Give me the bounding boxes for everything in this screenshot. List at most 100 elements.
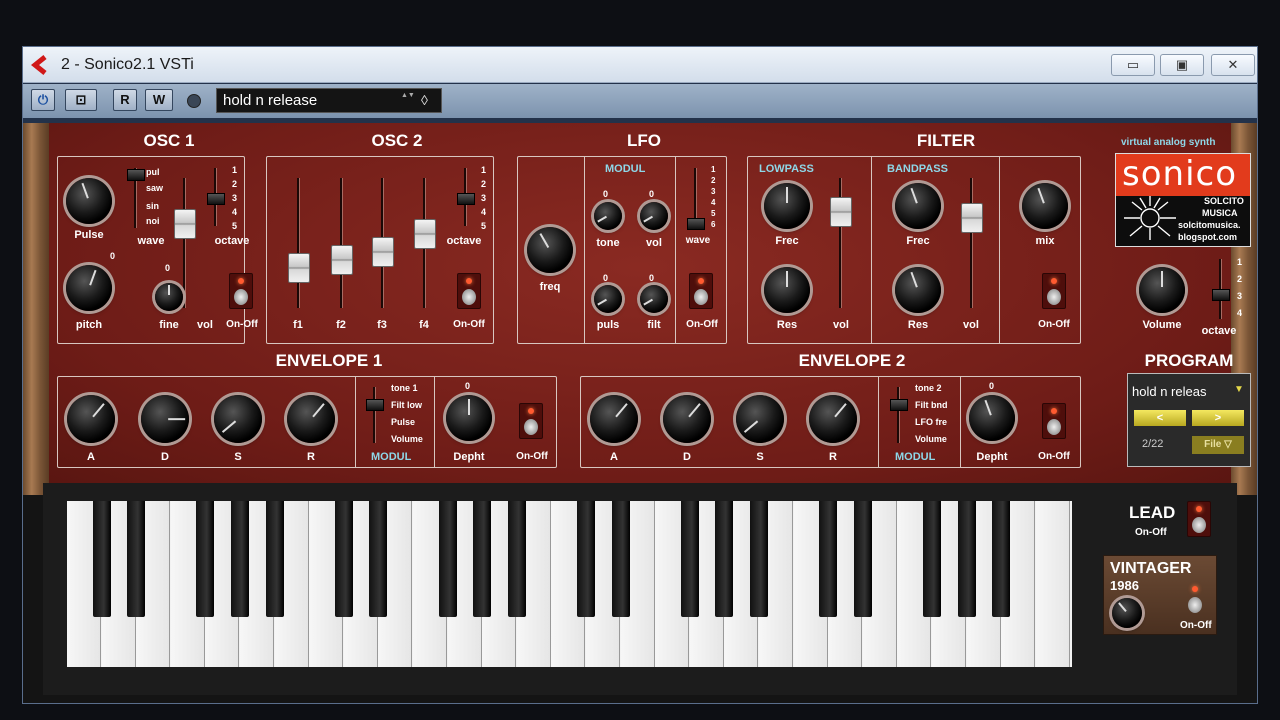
env1-depth-knob[interactable]: [446, 395, 492, 441]
logo-line-4: blogspot.com: [1178, 232, 1237, 242]
env1-decay-knob[interactable]: [141, 395, 189, 443]
black-key[interactable]: [507, 501, 526, 617]
white-key[interactable]: [1035, 501, 1070, 667]
preset-field[interactable]: hold n release ▲▼ ◊: [216, 88, 442, 113]
black-key[interactable]: [715, 501, 734, 617]
black-key[interactable]: [334, 501, 353, 617]
bandpass-res-knob[interactable]: [895, 267, 941, 313]
black-key[interactable]: [957, 501, 976, 617]
vintager-knob[interactable]: [1112, 598, 1142, 628]
filter-mix-knob[interactable]: [1022, 183, 1068, 229]
osc1-vol-fader[interactable]: [174, 209, 196, 239]
minimize-button[interactable]: ▭: [1111, 54, 1155, 76]
f3-fader[interactable]: [372, 237, 394, 267]
lfo-freq-label: freq: [539, 281, 561, 293]
env2-target-4: Volume: [915, 434, 947, 444]
osc1-octave-selector[interactable]: [207, 193, 225, 205]
osc2-onoff-switch[interactable]: [457, 273, 481, 309]
env1-attack-knob[interactable]: [67, 395, 115, 443]
osc2-octave-selector[interactable]: [457, 193, 475, 205]
osc2-oct-2: 2: [481, 179, 487, 189]
close-button[interactable]: ✕: [1211, 54, 1255, 76]
black-key[interactable]: [369, 501, 388, 617]
osc1-oct-2: 2: [232, 179, 238, 189]
osc1-title: OSC 1: [143, 131, 195, 150]
maximize-button[interactable]: ▣: [1160, 54, 1204, 76]
write-automation-button[interactable]: W: [145, 89, 173, 111]
vintager-onoff-switch[interactable]: [1184, 582, 1208, 618]
env1-divider-2: [434, 376, 435, 468]
lfo-wave-selector[interactable]: [687, 218, 705, 230]
pitch-knob[interactable]: [66, 265, 112, 311]
left-wood-cheek: [23, 123, 49, 495]
program-file-button[interactable]: File ▽: [1192, 436, 1244, 454]
program-dropdown-icon[interactable]: ▼: [1234, 384, 1244, 395]
black-key[interactable]: [819, 501, 838, 617]
wave-selector[interactable]: [127, 169, 145, 181]
lowpass-vol-fader[interactable]: [830, 197, 852, 227]
env1-modul-selector[interactable]: [366, 399, 384, 411]
env2-onoff-switch[interactable]: [1042, 403, 1066, 439]
black-key[interactable]: [992, 501, 1011, 617]
black-key[interactable]: [473, 501, 492, 617]
f2-fader[interactable]: [331, 245, 353, 275]
pulse-knob[interactable]: [66, 178, 112, 224]
lowpass-frec-knob[interactable]: [764, 183, 810, 229]
preset-spin-icon[interactable]: ▲▼: [401, 91, 415, 100]
lfo-tone-knob[interactable]: [594, 202, 622, 230]
black-key[interactable]: [196, 501, 215, 617]
read-automation-button[interactable]: R: [113, 89, 137, 111]
black-key[interactable]: [438, 501, 457, 617]
lead-onoff-switch[interactable]: [1187, 501, 1211, 537]
env2-depth-knob[interactable]: [969, 395, 1015, 441]
osc2-title: OSC 2: [371, 131, 423, 150]
preset-menu-icon[interactable]: ◊: [421, 89, 428, 112]
black-key[interactable]: [265, 501, 284, 617]
black-key[interactable]: [750, 501, 768, 617]
env2-decay-knob[interactable]: [663, 395, 711, 443]
filter-onoff-switch[interactable]: [1042, 273, 1066, 309]
rack-button[interactable]: ⊡: [65, 89, 97, 111]
env1-onoff-switch[interactable]: [519, 403, 543, 439]
filter-divider-1: [871, 156, 872, 344]
env1-sustain-knob[interactable]: [214, 395, 262, 443]
black-key[interactable]: [92, 501, 111, 617]
env2-sustain-knob[interactable]: [736, 395, 784, 443]
env2-release-knob[interactable]: [809, 395, 857, 443]
program-prev-button[interactable]: <: [1134, 410, 1186, 426]
env2-divider-1: [878, 376, 879, 468]
logo-line-2: MUSICA: [1202, 208, 1238, 218]
black-key[interactable]: [127, 501, 146, 617]
fine-knob[interactable]: [155, 283, 183, 311]
env1-target-4: Volume: [391, 434, 423, 444]
master-volume-knob[interactable]: [1139, 267, 1185, 313]
master-octave-selector[interactable]: [1212, 289, 1230, 301]
power-button[interactable]: ⏻: [31, 89, 55, 111]
black-key[interactable]: [853, 501, 872, 617]
lfo-vol-knob[interactable]: [640, 202, 668, 230]
black-key[interactable]: [680, 501, 699, 617]
bandpass-frec-knob[interactable]: [895, 183, 941, 229]
bandpass-vol-track: [970, 178, 972, 308]
osc1-onoff-switch[interactable]: [229, 273, 253, 309]
black-key[interactable]: [577, 501, 595, 617]
osc1-oct-1: 1: [232, 165, 238, 175]
lfo-filt-knob[interactable]: [640, 285, 668, 313]
f1-fader[interactable]: [288, 253, 310, 283]
bandpass-vol-fader[interactable]: [961, 203, 983, 233]
lfo-onoff-switch[interactable]: [689, 273, 713, 309]
lowpass-res-knob[interactable]: [764, 267, 810, 313]
lion-emblem-icon: [1124, 196, 1176, 240]
env2-attack-knob[interactable]: [590, 395, 638, 443]
env2-modul-selector[interactable]: [890, 399, 908, 411]
lfo-freq-knob[interactable]: [527, 227, 573, 273]
black-key[interactable]: [611, 501, 630, 617]
lfo-puls-knob[interactable]: [594, 285, 622, 313]
program-name[interactable]: hold n releas: [1132, 384, 1206, 399]
program-panel: hold n releas ▼ < > 2/22 File ▽: [1127, 373, 1251, 467]
env2-target-2: Filt bnd: [915, 400, 948, 410]
env1-release-knob[interactable]: [287, 395, 335, 443]
program-next-button[interactable]: >: [1192, 410, 1244, 426]
black-key[interactable]: [231, 501, 249, 617]
black-key[interactable]: [923, 501, 941, 617]
